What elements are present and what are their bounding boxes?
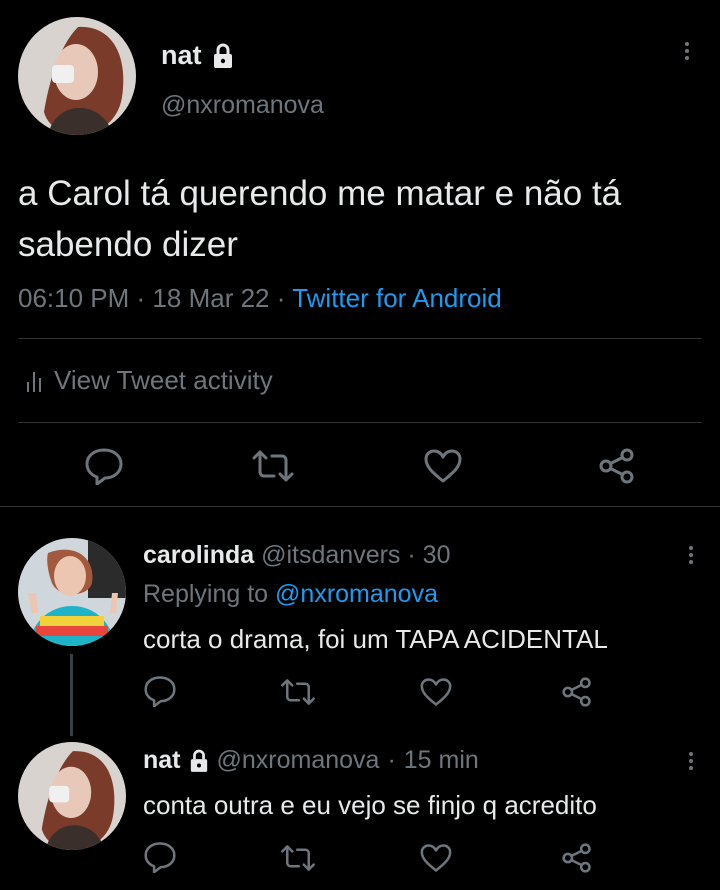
more-icon[interactable] [688,546,694,567]
reply-icon[interactable] [143,675,177,707]
tweet-time: 06:10 PM [18,283,130,313]
avatar[interactable] [18,538,126,646]
avatar[interactable] [18,17,136,135]
reply-icon[interactable] [143,841,177,873]
reply-time: 30 [422,541,451,569]
tweet-meta: 06:10 PM · 18 Mar 22 · Twitter for Andro… [18,283,502,314]
view-tweet-activity-label: View Tweet activity [54,365,273,395]
separator: · [276,283,286,313]
display-name[interactable]: nat [161,40,202,71]
retweet-icon[interactable] [250,448,296,484]
separator: · [407,541,416,569]
handle[interactable]: @itsdanvers [261,541,400,569]
retweet-icon[interactable] [279,843,317,873]
section-divider [0,506,720,507]
separator: · [136,283,146,313]
handle[interactable]: @nxromanova [161,91,324,120]
tweet-source-link[interactable]: Twitter for Android [292,283,502,313]
handle[interactable]: @nxromanova [217,746,380,775]
view-tweet-activity-button[interactable]: View Tweet activity [26,365,273,396]
lock-icon [189,749,209,773]
reply-text: conta outra e eu vejo se finjo q acredit… [143,790,597,820]
retweet-icon[interactable] [279,677,317,707]
replying-to-label: Replying to [143,580,269,608]
more-icon[interactable] [688,752,694,773]
divider [18,422,702,423]
display-name[interactable]: carolinda [143,541,254,569]
replying-to-handle-link[interactable]: @nxromanova [275,580,438,608]
tweet-text: a Carol tá querendo me matar e não tá sa… [18,174,622,264]
bar-chart-icon [26,370,42,392]
like-icon[interactable] [419,677,453,707]
thread-line [70,654,73,736]
reply-icon[interactable] [84,447,124,485]
separator: · [387,746,396,774]
display-name[interactable]: nat [143,746,181,775]
more-icon[interactable] [684,42,690,63]
share-icon[interactable] [561,843,593,873]
share-icon[interactable] [598,448,636,484]
share-icon[interactable] [561,677,593,707]
lock-icon [212,43,234,69]
divider [18,338,702,339]
avatar[interactable] [18,742,126,850]
reply-time: 15 min [403,746,479,774]
like-icon[interactable] [419,843,453,873]
tweet-date: 18 Mar 22 [152,283,270,313]
reply-text: corta o drama, foi um TAPA ACIDENTAL [143,624,608,654]
like-icon[interactable] [423,448,463,484]
